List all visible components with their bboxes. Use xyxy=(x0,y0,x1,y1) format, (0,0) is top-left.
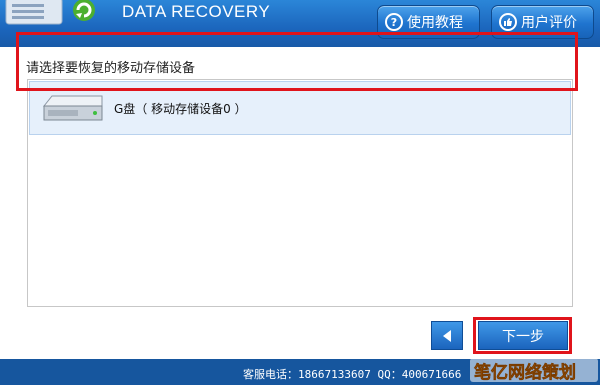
title-bar: DATA RECOVERY ? 使用教程 用户评价 xyxy=(0,0,600,47)
thumbs-up-icon xyxy=(499,13,517,31)
main-panel: 请选择要恢复的移动存储设备 G盘（ 移动存储设备0 ） 下一步 xyxy=(0,47,600,359)
next-button[interactable]: 下一步 xyxy=(478,321,568,350)
footer-bar: 客服电话：18667133607 QQ：400671666 xyxy=(0,359,600,385)
review-button[interactable]: 用户评价 xyxy=(491,5,594,39)
tutorial-button-label: 使用教程 xyxy=(407,15,463,31)
triangle-left-icon xyxy=(443,329,451,342)
back-button[interactable] xyxy=(431,321,463,350)
device-prompt: 请选择要恢复的移动存储设备 xyxy=(26,61,196,76)
device-label: G盘（ 移动存储设备0 ） xyxy=(114,102,247,116)
list-item[interactable]: G盘（ 移动存储设备0 ） xyxy=(29,81,571,135)
device-list[interactable]: G盘（ 移动存储设备0 ） xyxy=(27,79,573,307)
app-title: DATA RECOVERY xyxy=(122,2,271,21)
question-icon: ? xyxy=(385,13,403,31)
review-button-label: 用户评价 xyxy=(521,15,577,31)
hard-drive-icon xyxy=(42,95,103,121)
tutorial-button[interactable]: ? 使用教程 xyxy=(377,5,480,39)
app-logo-icon xyxy=(5,0,95,25)
support-hotline: 客服电话：18667133607 QQ：400671666 xyxy=(243,368,462,381)
